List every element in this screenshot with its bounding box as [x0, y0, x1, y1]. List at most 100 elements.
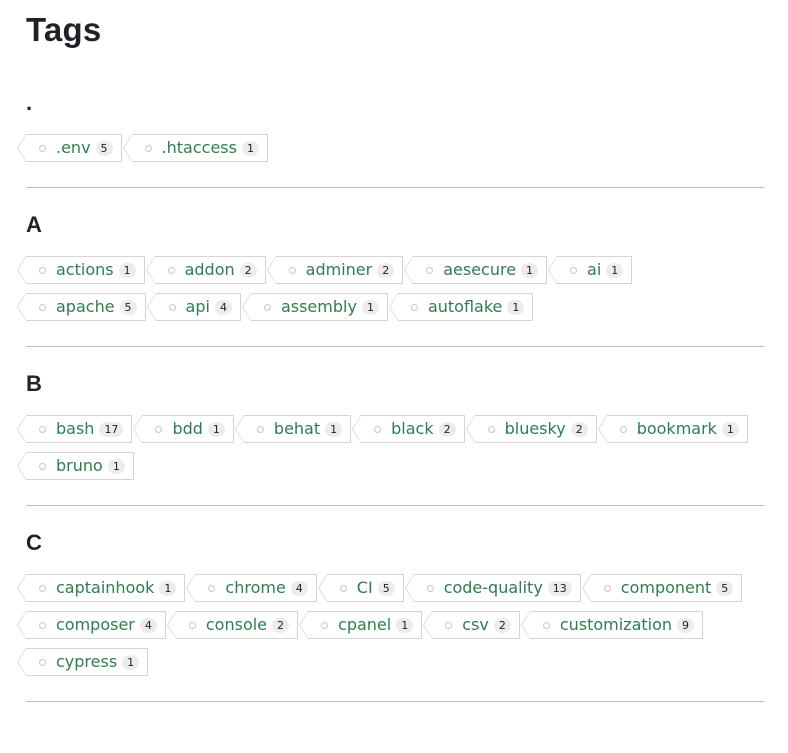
tag-list: .env 5 .htaccess 1: [17, 134, 764, 171]
tag-name: cypress: [56, 652, 118, 671]
tag-count-badge: 5: [119, 299, 137, 315]
tag-link[interactable]: code-quality 13: [404, 574, 581, 602]
tag-link[interactable]: .env 5: [17, 134, 122, 162]
tag-link[interactable]: bruno 1: [17, 452, 134, 480]
tag-count-badge: 2: [570, 421, 588, 437]
tag-hole-icon: [426, 584, 434, 592]
tag-name: apache: [56, 297, 115, 316]
tag-section: Bbash 17 bdd 1 behat 1 black 2 bluesky 2 bookmark 1…: [16, 371, 764, 506]
tag-hole-icon: [603, 584, 611, 592]
page-title: Tags: [26, 11, 102, 48]
tag-link[interactable]: bash 17: [16, 415, 133, 443]
tag-hole-icon: [570, 266, 578, 274]
tag-hole-icon: [487, 425, 495, 433]
tag-name: ai: [587, 260, 602, 279]
tag-count-badge: 1: [122, 654, 140, 670]
tag-hole-icon: [263, 303, 271, 311]
tag-link[interactable]: behat 1: [234, 415, 352, 443]
tag-link[interactable]: bluesky 2: [465, 415, 597, 443]
tag-count-badge: 1: [396, 617, 414, 633]
section-heading: A: [26, 212, 42, 237]
tag-link[interactable]: black 2: [352, 415, 465, 443]
tag-list: bash 17 bdd 1 behat 1 black 2 bluesky 2 bookmark 1 b…: [16, 415, 764, 489]
tag-name: bash: [56, 419, 95, 438]
tags-page: Tags . .env 5 .htaccess 1 Aactions 1 addon 2 admi…: [0, 10, 788, 702]
tag-count-badge: 1: [107, 458, 125, 474]
section-heading: B: [26, 371, 42, 396]
tag-count-badge: 1: [361, 299, 379, 315]
tag-section: Ccaptainhook 1 chrome 4 CI 5 code-quality 13 com…: [16, 530, 764, 702]
tag-hole-icon: [445, 621, 453, 629]
tag-link[interactable]: cypress 1: [16, 648, 149, 676]
tag-hole-icon: [39, 266, 46, 274]
tag-hole-icon: [39, 462, 46, 470]
tag-link[interactable]: captainhook 1: [16, 574, 186, 602]
section-heading: .: [26, 90, 33, 115]
tag-link[interactable]: component 5: [581, 574, 743, 602]
tag-name: bdd: [172, 419, 203, 438]
tag-hole-icon: [339, 584, 347, 592]
tag-count-badge: 1: [118, 262, 136, 278]
tag-list: captainhook 1 chrome 4 CI 5 code-quality 13 comp…: [16, 574, 764, 685]
tag-hole-icon: [39, 144, 46, 152]
tag-name: .htaccess: [161, 138, 237, 157]
tag-link[interactable]: actions 1: [17, 256, 145, 284]
tag-name: assembly: [280, 297, 357, 316]
tag-name: chrome: [225, 578, 286, 597]
tag-hole-icon: [39, 584, 46, 592]
tag-link[interactable]: csv 2: [423, 611, 520, 639]
tag-count-badge: 1: [241, 140, 259, 156]
tag-link[interactable]: apache 5: [17, 293, 146, 321]
tag-link[interactable]: ai 1: [548, 256, 633, 284]
tag-count-badge: 2: [438, 421, 456, 437]
tag-count-badge: 2: [493, 617, 511, 633]
tag-link[interactable]: chrome 4: [186, 574, 317, 602]
tag-count-badge: 4: [139, 617, 157, 633]
tag-hole-icon: [155, 425, 163, 433]
section-heading: C: [26, 530, 42, 555]
tag-count-badge: 13: [547, 580, 572, 596]
tag-list: actions 1 addon 2 adminer 2 aesecure 1 ai 1 apache…: [17, 256, 764, 330]
tag-hole-icon: [144, 144, 152, 152]
tag-link[interactable]: .htaccess 1: [122, 134, 268, 162]
tag-link[interactable]: adminer 2: [266, 256, 404, 284]
tag-count-badge: 1: [606, 262, 624, 278]
tag-hole-icon: [542, 621, 550, 629]
tag-link[interactable]: console 2: [166, 611, 299, 639]
tag-link[interactable]: assembly 1: [241, 293, 388, 321]
tag-link[interactable]: customization 9: [520, 611, 704, 639]
tag-name: console: [205, 615, 268, 634]
tag-hole-icon: [374, 425, 382, 433]
tag-link[interactable]: bookmark 1: [597, 415, 748, 443]
tag-section: Aactions 1 addon 2 adminer 2 aesecure 1 ai 1 apach…: [17, 212, 764, 347]
tag-name: captainhook: [56, 578, 155, 597]
tag-count-badge: 1: [207, 421, 225, 437]
tag-link[interactable]: api 4: [146, 293, 241, 321]
tag-link[interactable]: CI 5: [317, 574, 404, 602]
tag-name: actions: [56, 260, 114, 279]
tag-name: aesecure: [443, 260, 517, 279]
tag-name: composer: [56, 615, 135, 634]
tag-name: autoflake: [427, 297, 503, 316]
tag-name: bookmark: [636, 419, 717, 438]
tag-name: bluesky: [504, 419, 566, 438]
tag-count-badge: 1: [521, 262, 539, 278]
tag-link[interactable]: addon 2: [145, 256, 266, 284]
tag-link[interactable]: autoflake 1: [388, 293, 534, 321]
tag-link[interactable]: aesecure 1: [404, 256, 548, 284]
tag-hole-icon: [167, 266, 175, 274]
tag-name: behat: [273, 419, 321, 438]
tag-hole-icon: [426, 266, 434, 274]
tag-hole-icon: [619, 425, 627, 433]
tag-count-badge: 1: [159, 580, 177, 596]
tag-hole-icon: [288, 266, 296, 274]
tag-link[interactable]: composer 4: [17, 611, 166, 639]
tag-count-badge: 1: [721, 421, 739, 437]
tag-name: addon: [184, 260, 235, 279]
tag-link[interactable]: bdd 1: [133, 415, 234, 443]
tag-count-badge: 2: [272, 617, 290, 633]
tag-count-badge: 17: [99, 421, 124, 437]
tag-count-badge: 1: [507, 299, 525, 315]
tag-hole-icon: [39, 425, 46, 433]
tag-link[interactable]: cpanel 1: [299, 611, 423, 639]
